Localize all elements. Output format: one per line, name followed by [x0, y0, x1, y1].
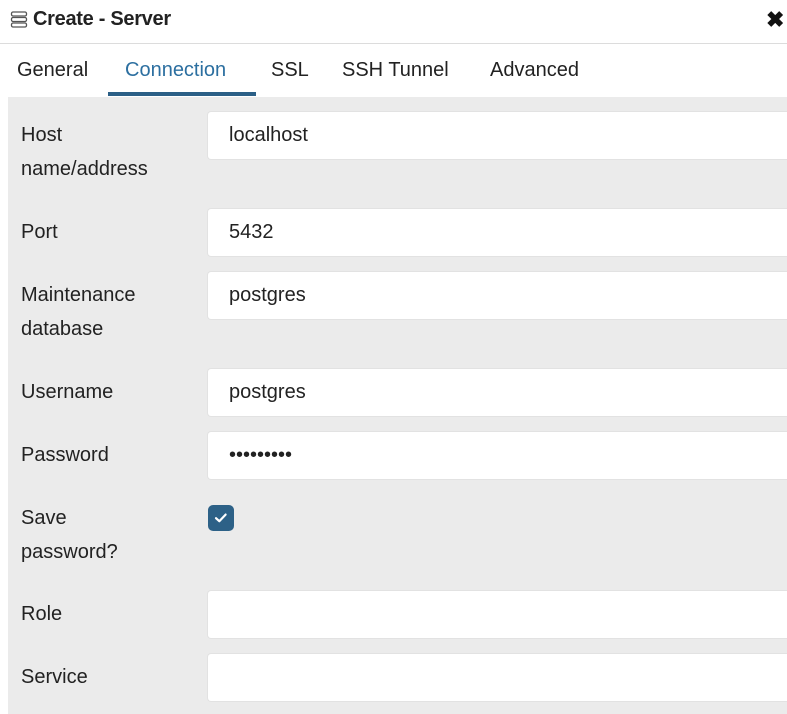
server-icon: [10, 10, 28, 28]
host-label-line2: name/address: [21, 158, 148, 180]
port-input[interactable]: 5432: [207, 208, 787, 257]
role-label: Role: [21, 603, 63, 625]
role-input[interactable]: [207, 590, 787, 639]
tab-connection[interactable]: Connection: [125, 59, 226, 82]
service-label: Service: [21, 666, 88, 688]
save-password-label-line1: Save: [21, 507, 67, 529]
active-tab-indicator: [108, 92, 256, 96]
tab-ssh-tunnel[interactable]: SSH Tunnel: [342, 59, 449, 82]
tab-advanced[interactable]: Advanced: [490, 59, 579, 82]
tab-bar: General Connection SSL SSH Tunnel Advanc…: [0, 45, 787, 96]
maintenance-db-label-line2: database: [21, 318, 104, 340]
host-label-line1: Host: [21, 124, 63, 146]
dialog-titlebar: Create - Server ✖: [0, 0, 787, 44]
username-label: Username: [21, 381, 114, 403]
maintenance-db-input[interactable]: postgres: [207, 271, 787, 320]
maintenance-db-label-line1: Maintenance: [21, 284, 136, 306]
dialog-title: Create - Server: [33, 8, 171, 30]
password-label: Password: [21, 444, 109, 466]
port-label: Port: [21, 221, 58, 243]
tab-ssl[interactable]: SSL: [271, 59, 309, 82]
password-input[interactable]: •••••••••: [207, 431, 787, 480]
username-input[interactable]: postgres: [207, 368, 787, 417]
close-icon[interactable]: ✖: [766, 8, 787, 32]
host-input[interactable]: localhost: [207, 111, 787, 160]
create-server-dialog: Create - Server ✖ General Connection SSL…: [0, 0, 787, 714]
tab-general[interactable]: General: [17, 59, 88, 82]
save-password-checkbox[interactable]: [208, 505, 234, 531]
save-password-label-line2: password?: [21, 541, 118, 563]
checkmark-icon: [214, 513, 227, 523]
service-input[interactable]: [207, 653, 787, 702]
